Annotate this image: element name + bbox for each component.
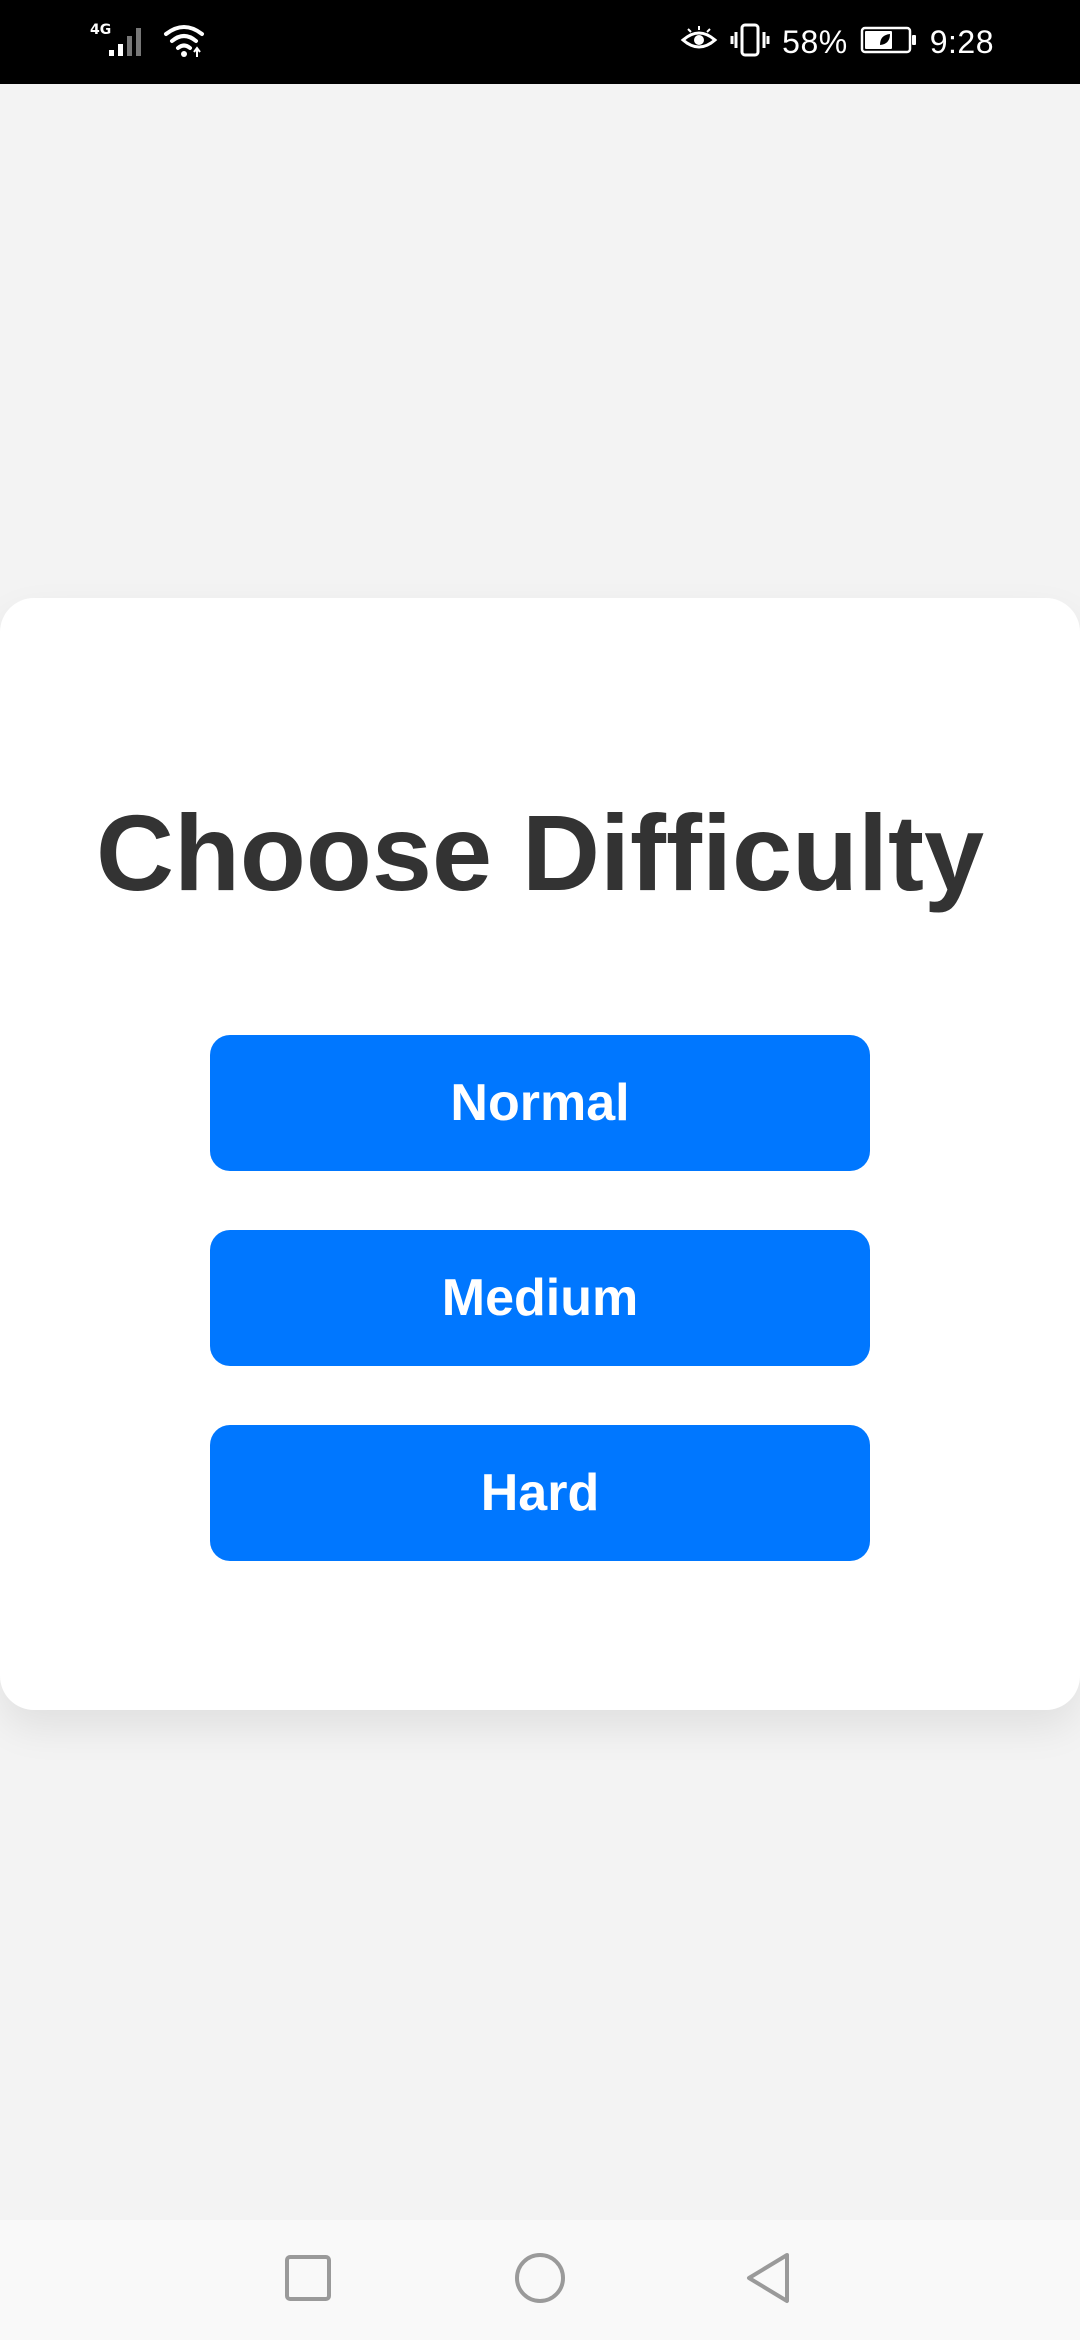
normal-difficulty-button[interactable]: Normal — [210, 1035, 870, 1171]
status-bar-left: 4G — [90, 18, 205, 66]
battery-icon — [860, 25, 918, 60]
vibrate-icon — [730, 22, 770, 63]
eye-comfort-icon — [680, 25, 718, 60]
difficulty-screen: 4G 58% 9:28 Choose Difficulty Normal Med… — [0, 0, 1080, 2340]
status-bar: 4G 58% 9:28 — [0, 0, 1080, 84]
hard-difficulty-button[interactable]: Hard — [210, 1425, 870, 1561]
wifi-icon — [163, 22, 205, 63]
back-icon — [743, 2251, 793, 2310]
recent-apps-button[interactable] — [276, 2248, 340, 2312]
recent-apps-icon — [283, 2253, 333, 2308]
status-bar-right: 58% 9:28 — [680, 18, 994, 66]
back-button[interactable] — [736, 2248, 800, 2312]
difficulty-card: Choose Difficulty Normal Medium Hard — [0, 598, 1080, 1710]
medium-difficulty-button[interactable]: Medium — [210, 1230, 870, 1366]
home-button[interactable] — [508, 2248, 572, 2312]
clock: 9:28 — [929, 23, 994, 60]
dialog-title: Choose Difficulty — [95, 792, 985, 913]
battery-percent: 58% — [782, 23, 848, 60]
home-icon — [513, 2251, 567, 2310]
signal-icon — [107, 22, 153, 63]
navigation-bar — [0, 2220, 1080, 2340]
